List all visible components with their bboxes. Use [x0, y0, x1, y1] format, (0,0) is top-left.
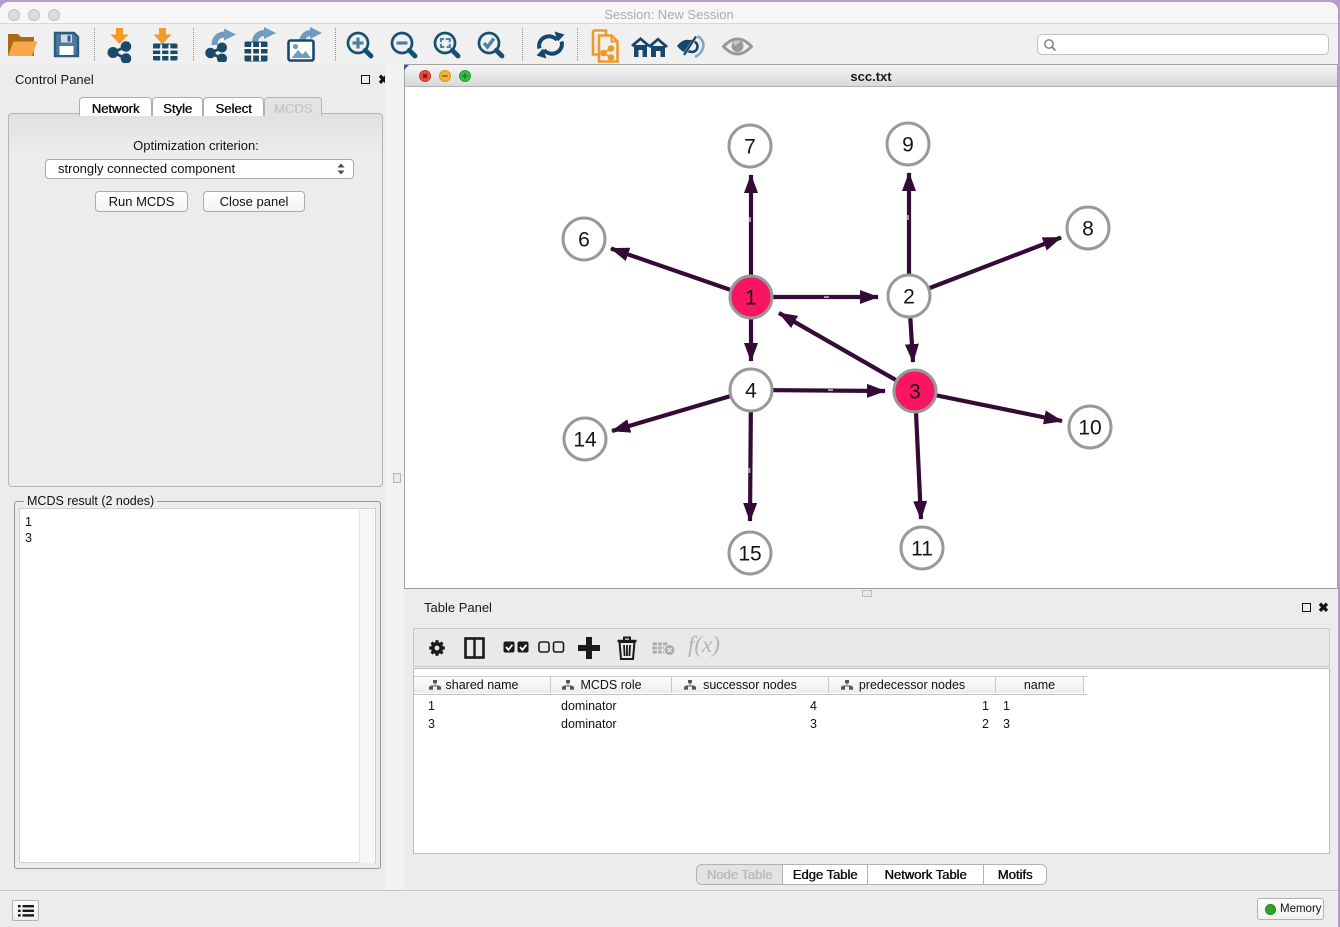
- svg-text:10: 10: [1078, 417, 1101, 440]
- svg-text:14: 14: [573, 429, 597, 452]
- svg-text:15: 15: [738, 543, 761, 566]
- svg-text:2: 2: [903, 286, 915, 309]
- svg-text:1: 1: [745, 287, 757, 310]
- svg-text:3: 3: [909, 381, 921, 404]
- svg-text:8: 8: [1082, 218, 1094, 241]
- svg-text:4: 4: [745, 380, 757, 403]
- svg-text:7: 7: [744, 136, 756, 159]
- svg-text:9: 9: [902, 134, 914, 157]
- svg-text:11: 11: [911, 538, 933, 561]
- svg-text:6: 6: [578, 229, 590, 252]
